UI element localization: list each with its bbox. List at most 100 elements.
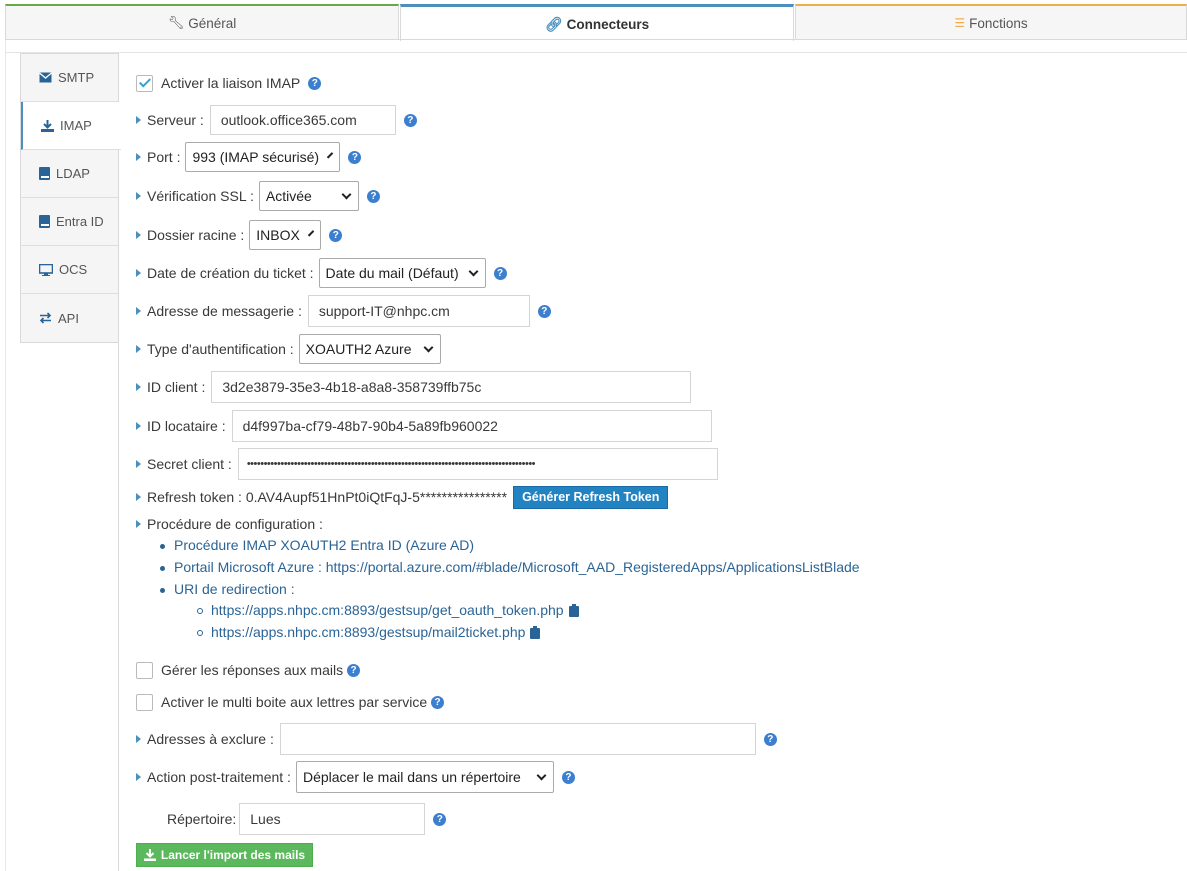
redirect-uri-item: https://apps.nhpc.cm:8893/gestsup/mail2t… — [211, 624, 541, 640]
client-id-input[interactable]: 3d2e3879-35e3-4b18-a8a8-358739ffb75c — [211, 371, 692, 403]
help-icon[interactable]: ? — [763, 732, 777, 746]
help-icon[interactable]: ? — [433, 812, 447, 826]
sidebar-item-smtp[interactable]: SMTP — [21, 54, 119, 102]
auth-type-select-value: XOAUTH2 Azure — [305, 341, 412, 357]
sidebar-item-label: Entra ID — [56, 214, 104, 229]
tab-general[interactable]: 🔧︎ Général — [5, 4, 399, 40]
ticket-date-select-value: Date du mail (Défaut) — [325, 265, 459, 281]
help-icon[interactable]: ? — [431, 695, 445, 709]
procedure-row: Procédure de configuration : — [136, 510, 323, 538]
bullet-icon — [160, 544, 165, 549]
caret-right-icon — [136, 460, 141, 468]
clipboard-icon[interactable] — [530, 625, 541, 639]
help-icon[interactable]: ? — [348, 150, 362, 164]
azure-portal-link[interactable]: Portail Microsoft Azure : https://portal… — [174, 559, 860, 575]
port-row: Port : 993 (IMAP sécurisé) ? — [136, 142, 362, 172]
bullet-icon — [197, 608, 203, 614]
sidebar-item-label: IMAP — [60, 118, 92, 133]
enable-imap-checkbox[interactable] — [136, 74, 153, 92]
sidebar-item-entra-id[interactable]: Entra ID — [21, 198, 119, 246]
server-input[interactable]: outlook.office365.com — [209, 105, 396, 135]
import-mails-button[interactable]: Lancer l'import des mails — [136, 843, 313, 867]
server-label: Serveur : — [147, 112, 204, 128]
multi-mailbox-label: Activer le multi boite aux lettres par s… — [161, 694, 428, 710]
caret-right-icon — [136, 383, 141, 391]
caret-right-icon — [136, 269, 141, 277]
email-label: Adresse de messagerie : — [147, 303, 302, 319]
tenant-id-input[interactable]: d4f997ba-cf79-48b7-90b4-5a89fb960022 — [231, 410, 712, 442]
caret-right-icon — [136, 307, 141, 315]
mail-replies-label: Gérer les réponses aux mails — [161, 662, 344, 678]
root-folder-label: Dossier racine : — [147, 227, 245, 243]
auth-type-select[interactable]: XOAUTH2 Azure — [298, 334, 441, 364]
enable-imap-row: Activer la liaison IMAP ? — [136, 68, 322, 98]
tab-fonctions[interactable]: ☰ Fonctions — [795, 4, 1187, 40]
clipboard-icon[interactable] — [568, 603, 579, 617]
refresh-token-label: Refresh token : 0.AV4Aupf51HnPt0iQtFqJ-5… — [147, 489, 508, 505]
client-id-label: ID client : — [147, 379, 206, 395]
wrench-icon: 🔧︎ — [167, 15, 185, 30]
caret-right-icon — [136, 773, 141, 781]
bullet-icon — [160, 588, 165, 593]
help-icon[interactable]: ? — [561, 770, 575, 784]
tenant-id-row: ID locataire : d4f997ba-cf79-48b7-90b4-5… — [136, 410, 712, 442]
directory-input[interactable]: Lues — [239, 803, 426, 835]
port-select-value: 993 (IMAP sécurisé) — [192, 149, 320, 165]
client-secret-label: Secret client : — [147, 456, 232, 472]
caret-right-icon — [136, 116, 141, 124]
help-icon[interactable]: ? — [403, 113, 417, 127]
sidebar-item-ldap[interactable]: LDAP — [21, 150, 119, 198]
sidebar-item-api[interactable]: API — [21, 294, 119, 342]
help-icon[interactable]: ? — [329, 228, 343, 242]
caret-right-icon — [136, 153, 141, 161]
tenant-id-label: ID locataire : — [147, 418, 226, 434]
help-icon[interactable]: ? — [308, 76, 322, 90]
ssl-select[interactable]: Activée — [258, 181, 359, 211]
server-row: Serveur : outlook.office365.com ? — [136, 105, 417, 135]
caret-right-icon — [136, 231, 141, 239]
caret-right-icon — [136, 422, 141, 430]
help-icon[interactable]: ? — [347, 663, 361, 677]
procedure-label: Procédure de configuration : — [147, 516, 323, 532]
multi-mailbox-checkbox[interactable] — [136, 693, 153, 711]
exclude-input[interactable] — [279, 723, 756, 755]
help-icon[interactable]: ? — [366, 189, 380, 203]
caret-right-icon — [136, 192, 141, 200]
caret-right-icon — [136, 520, 141, 528]
divider — [5, 52, 1187, 53]
tab-connecteurs[interactable]: 🔗︎ Connecteurs — [400, 4, 794, 41]
import-mails-label: Lancer l'import des mails — [160, 848, 306, 862]
help-icon[interactable]: ? — [537, 304, 551, 318]
divider — [118, 53, 119, 871]
list-icon: ☰ — [954, 16, 966, 30]
enable-imap-label: Activer la liaison IMAP — [161, 75, 301, 91]
root-folder-select[interactable]: INBOX — [249, 220, 322, 250]
caret-right-icon — [136, 735, 141, 743]
post-action-label: Action post-traitement : — [147, 769, 291, 785]
ticket-date-label: Date de création du ticket : — [147, 265, 314, 281]
download-icon — [41, 119, 54, 132]
book-icon — [39, 167, 50, 180]
redirect-uri-1[interactable]: https://apps.nhpc.cm:8893/gestsup/get_oa… — [211, 602, 564, 618]
help-icon[interactable]: ? — [493, 266, 507, 280]
port-select[interactable]: 993 (IMAP sécurisé) — [185, 142, 341, 172]
tab-connecteurs-label: Connecteurs — [566, 16, 650, 32]
sidebar-item-imap[interactable]: IMAP — [21, 102, 121, 150]
post-action-select[interactable]: Déplacer le mail dans un répertoire — [295, 761, 554, 793]
sidebar-item-label: SMTP — [58, 70, 95, 85]
ticket-date-select[interactable]: Date du mail (Défaut) — [318, 258, 486, 288]
client-secret-input[interactable]: ••••••••••••••••••••••••••••••••••••••••… — [237, 448, 718, 480]
email-input[interactable]: support-IT@nhpc.cm — [307, 295, 530, 327]
chevron-down-icon — [307, 229, 315, 237]
chevron-down-icon — [423, 342, 434, 352]
redirect-uri-2[interactable]: https://apps.nhpc.cm:8893/gestsup/mail2t… — [211, 624, 525, 640]
side-tab-bar: SMTP IMAP LDAP Entra ID OCS API — [20, 53, 121, 343]
mail-replies-checkbox[interactable] — [136, 661, 153, 679]
redirect-uri-item: https://apps.nhpc.cm:8893/gestsup/get_oa… — [211, 602, 579, 618]
exclude-row: Adresses à exclure : ? — [136, 723, 777, 755]
procedure-link[interactable]: Procédure IMAP XOAUTH2 Entra ID (Azure A… — [174, 537, 474, 553]
sidebar-item-label: LDAP — [56, 166, 90, 181]
divider — [5, 39, 1187, 40]
sidebar-item-ocs[interactable]: OCS — [21, 246, 119, 294]
generate-refresh-token-button[interactable]: Générer Refresh Token — [513, 485, 669, 509]
